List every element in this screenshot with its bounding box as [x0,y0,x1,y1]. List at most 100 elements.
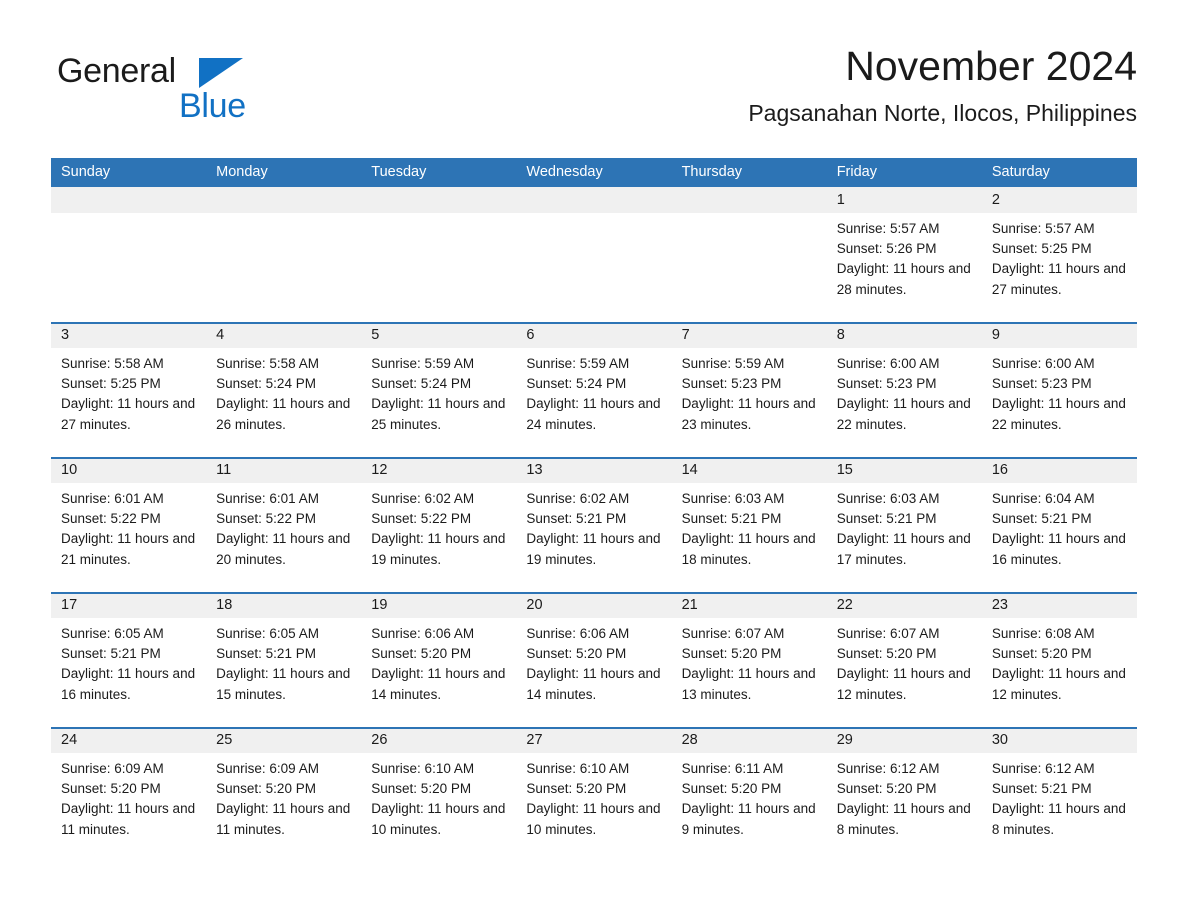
day-number: 1 [826,187,982,213]
daylight-text: Daylight: 11 hours and 8 minutes. [836,801,971,837]
day-number: 15 [826,457,982,483]
daylight-text: Daylight: 11 hours and 16 minutes. [991,531,1126,567]
day-cell[interactable]: 7 Sunrise: 5:59 AM Sunset: 5:23 PM Daylight… [671,322,827,457]
sunrise-text: Sunrise: 6:06 AM [371,626,475,641]
sunrise-text: Sunrise: 6:06 AM [526,626,630,641]
daylight-text: Daylight: 11 hours and 10 minutes. [371,801,506,837]
day-cell[interactable]: 2 Sunrise: 5:57 AM Sunset: 5:25 PM Daylight… [981,187,1137,322]
day-cell[interactable]: 13 Sunrise: 6:02 AM Sunset: 5:21 PM Dayligh… [516,457,672,592]
calendar-week-inner: 1 Sunrise: 5:57 AM Sunset: 5:26 PM Daylight… [51,187,1137,322]
day-cell[interactable]: 20 Sunrise: 6:06 AM Sunset: 5:20 PM Dayligh… [516,592,672,727]
day-cell[interactable]: 24 Sunrise: 6:09 AM Sunset: 5:20 PM Dayligh… [51,727,207,862]
day-cell[interactable]: 11 Sunrise: 6:01 AM Sunset: 5:22 PM Dayligh… [206,457,362,592]
day-details: Sunrise: 6:00 AM Sunset: 5:23 PM Daylight:… [982,348,1137,457]
calendar-week-inner: 17 Sunrise: 6:05 AM Sunset: 5:21 PM Dayligh… [51,592,1137,727]
weekday-header-sunday: Sunday [61,164,111,180]
day-number [671,187,827,213]
sunrise-text: Sunrise: 6:01 AM [61,491,164,506]
day-details: Sunrise: 5:59 AM Sunset: 5:24 PM Daylight:… [361,348,516,457]
sunrise-text: Sunrise: 6:07 AM [681,626,785,641]
daylight-text: Daylight: 11 hours and 21 minutes. [61,531,196,567]
day-details: Sunrise: 6:01 AM Sunset: 5:22 PM Daylight:… [51,483,206,592]
sunrise-text: Sunrise: 6:07 AM [836,626,940,641]
daylight-text: Daylight: 11 hours and 25 minutes. [371,396,506,432]
day-number: 19 [361,592,517,618]
day-cell[interactable]: 25 Sunrise: 6:09 AM Sunset: 5:20 PM Dayligh… [206,727,362,862]
day-number: 7 [671,322,827,348]
daylight-text: Daylight: 11 hours and 27 minutes. [61,396,196,432]
day-cell[interactable]: 23 Sunrise: 6:08 AM Sunset: 5:20 PM Dayligh… [981,592,1137,727]
day-cell[interactable]: 21 Sunrise: 6:07 AM Sunset: 5:20 PM Dayligh… [671,592,827,727]
day-number: 12 [361,457,517,483]
day-details: Sunrise: 6:05 AM Sunset: 5:21 PM Daylight:… [206,618,361,727]
sunset-text: Sunset: 5:20 PM [371,781,472,797]
day-cell[interactable]: 4 Sunrise: 5:58 AM Sunset: 5:24 PM Daylight… [206,322,362,457]
day-cell[interactable]: 8 Sunrise: 6:00 AM Sunset: 5:23 PM Daylight… [826,322,982,457]
sunrise-text: Sunrise: 6:12 AM [991,761,1095,776]
sunrise-text: Sunrise: 6:01 AM [216,491,319,506]
day-number: 6 [516,322,672,348]
day-cell[interactable]: 9 Sunrise: 6:00 AM Sunset: 5:23 PM Daylight… [981,322,1137,457]
day-cell[interactable]: 29 Sunrise: 6:12 AM Sunset: 5:20 PM Dayligh… [826,727,982,862]
day-number: 26 [361,727,517,753]
day-cell[interactable]: 27 Sunrise: 6:10 AM Sunset: 5:20 PM Dayligh… [516,727,672,862]
day-cell[interactable]: 28 Sunrise: 6:11 AM Sunset: 5:20 PM Dayligh… [671,727,827,862]
sunrise-text: Sunrise: 5:57 AM [836,221,940,236]
daylight-text: Daylight: 11 hours and 13 minutes. [681,666,816,702]
daylight-text: Daylight: 11 hours and 24 minutes. [526,396,661,432]
daylight-text: Daylight: 11 hours and 12 minutes. [991,666,1126,702]
day-number: 29 [826,727,982,753]
daylight-text: Daylight: 11 hours and 22 minutes. [836,396,971,432]
day-cell[interactable]: 1 Sunrise: 5:57 AM Sunset: 5:26 PM Daylight… [826,187,982,322]
sunset-text: Sunset: 5:20 PM [836,646,937,662]
day-details: Sunrise: 6:06 AM Sunset: 5:20 PM Daylight:… [516,618,671,727]
day-cell[interactable]: 5 Sunrise: 5:59 AM Sunset: 5:24 PM Daylight… [361,322,517,457]
daylight-text: Daylight: 11 hours and 18 minutes. [681,531,816,567]
sunset-text: Sunset: 5:20 PM [526,781,627,797]
day-cell[interactable]: 10 Sunrise: 6:01 AM Sunset: 5:22 PM Dayligh… [51,457,207,592]
day-cell-empty [671,187,827,322]
day-number: 10 [51,457,207,483]
page-subtitle: Pagsanahan Norte, Ilocos, Philippines [748,99,1137,126]
brand-name-general: General [57,52,176,90]
sunset-text: Sunset: 5:22 PM [216,511,316,527]
day-cell[interactable]: 3 Sunrise: 5:58 AM Sunset: 5:25 PM Daylight… [51,322,207,457]
calendar-week-row: 10 Sunrise: 6:01 AM Sunset: 5:22 PM Dayligh… [51,457,1137,592]
day-cell[interactable]: 6 Sunrise: 5:59 AM Sunset: 5:24 PM Daylight… [516,322,672,457]
calendar-week-inner: 10 Sunrise: 6:01 AM Sunset: 5:22 PM Dayligh… [51,457,1137,592]
day-number [361,187,517,213]
calendar-week-inner: 3 Sunrise: 5:58 AM Sunset: 5:25 PM Daylight… [51,322,1137,457]
day-cell[interactable]: 18 Sunrise: 6:05 AM Sunset: 5:21 PM Dayligh… [206,592,362,727]
day-cell[interactable]: 19 Sunrise: 6:06 AM Sunset: 5:20 PM Dayligh… [361,592,517,727]
daylight-text: Daylight: 11 hours and 23 minutes. [681,396,816,432]
sunrise-text: Sunrise: 6:02 AM [526,491,630,506]
calendar-week-inner: 24 Sunrise: 6:09 AM Sunset: 5:20 PM Dayligh… [51,727,1137,862]
day-cell[interactable]: 17 Sunrise: 6:05 AM Sunset: 5:21 PM Dayligh… [51,592,207,727]
day-cell-empty [516,187,672,322]
day-cell[interactable]: 26 Sunrise: 6:10 AM Sunset: 5:20 PM Dayligh… [361,727,517,862]
daylight-text: Daylight: 11 hours and 19 minutes. [526,531,661,567]
day-cell[interactable]: 30 Sunrise: 6:12 AM Sunset: 5:21 PM Dayligh… [981,727,1137,862]
sunset-text: Sunset: 5:24 PM [216,376,316,392]
sunrise-text: Sunrise: 6:00 AM [836,356,940,371]
day-cell[interactable]: 16 Sunrise: 6:04 AM Sunset: 5:21 PM Dayligh… [981,457,1137,592]
day-number: 21 [671,592,827,618]
sunrise-text: Sunrise: 6:00 AM [991,356,1095,371]
day-details: Sunrise: 6:11 AM Sunset: 5:20 PM Daylight:… [672,753,827,862]
day-cell[interactable]: 15 Sunrise: 6:03 AM Sunset: 5:21 PM Dayligh… [826,457,982,592]
day-cell[interactable]: 12 Sunrise: 6:02 AM Sunset: 5:22 PM Dayligh… [361,457,517,592]
day-details: Sunrise: 6:12 AM Sunset: 5:21 PM Daylight:… [982,753,1137,862]
day-details: Sunrise: 6:08 AM Sunset: 5:20 PM Daylight:… [982,618,1137,727]
day-details: Sunrise: 5:57 AM Sunset: 5:26 PM Daylight:… [827,213,982,322]
day-number: 5 [361,322,517,348]
sunset-text: Sunset: 5:23 PM [836,376,937,392]
sunset-text: Sunset: 5:21 PM [526,511,627,527]
day-cell[interactable]: 14 Sunrise: 6:03 AM Sunset: 5:21 PM Dayligh… [671,457,827,592]
sunset-text: Sunset: 5:25 PM [61,376,161,392]
sunrise-text: Sunrise: 6:04 AM [991,491,1095,506]
day-details: Sunrise: 6:12 AM Sunset: 5:20 PM Daylight:… [827,753,982,862]
sunset-text: Sunset: 5:21 PM [836,511,937,527]
sunset-text: Sunset: 5:22 PM [61,511,161,527]
sunset-text: Sunset: 5:24 PM [371,376,472,392]
day-cell[interactable]: 22 Sunrise: 6:07 AM Sunset: 5:20 PM Dayligh… [826,592,982,727]
